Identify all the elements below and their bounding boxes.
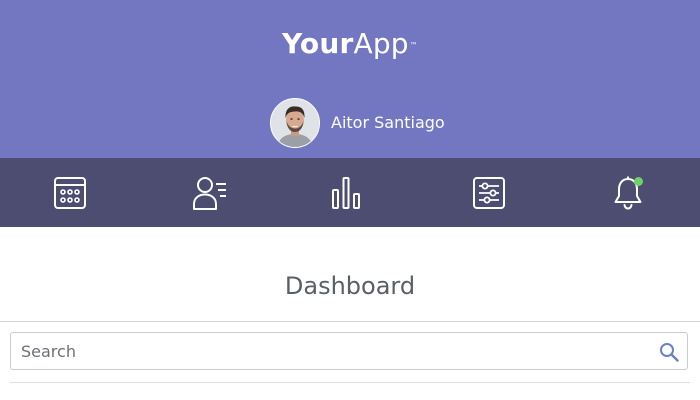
divider: [0, 321, 700, 322]
search-input[interactable]: [11, 333, 641, 369]
nav-item-contacts[interactable]: [180, 158, 240, 227]
logo-trademark: ™: [409, 41, 418, 50]
avatar[interactable]: [270, 98, 320, 148]
contacts-icon: [193, 176, 226, 210]
nav-item-calendar[interactable]: [40, 158, 100, 227]
settings-sliders-icon: [473, 176, 505, 209]
divider: [10, 382, 690, 383]
logo-light-text: App: [353, 27, 409, 60]
app-logo: YourApp™: [0, 26, 700, 62]
page-title: Dashboard: [284, 272, 416, 300]
app-header: YourApp™ Aitor Santiago: [0, 0, 700, 158]
nav-bar: [0, 158, 700, 227]
search-icon[interactable]: [659, 342, 679, 362]
nav-item-settings[interactable]: [459, 158, 519, 227]
user-name: Aitor Santiago: [331, 113, 445, 132]
notification-dot: [634, 177, 643, 186]
user-profile[interactable]: Aitor Santiago: [270, 98, 445, 148]
bar-chart-icon: [332, 176, 360, 209]
nav-item-statistics[interactable]: [316, 158, 376, 227]
search-box: [10, 332, 688, 370]
avatar-image: [271, 99, 319, 147]
calendar-icon: [54, 176, 86, 209]
logo-bold-text: Your: [282, 27, 354, 60]
nav-item-notifications[interactable]: [598, 158, 658, 227]
